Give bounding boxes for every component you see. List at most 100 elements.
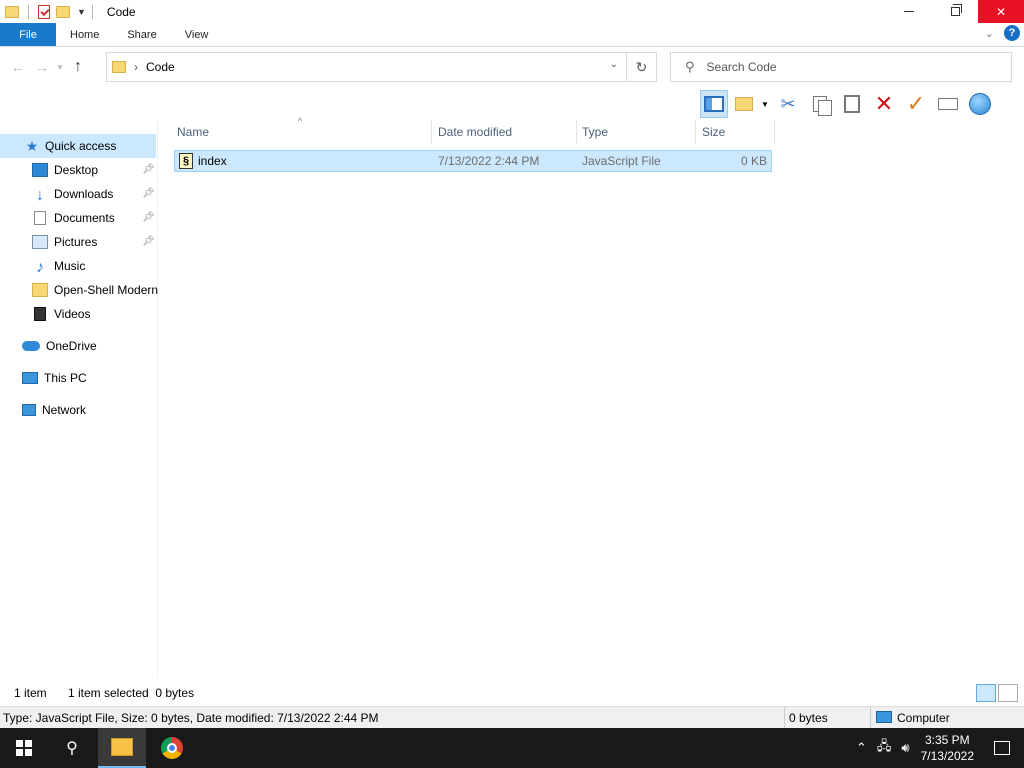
taskbar-chrome[interactable]: [148, 728, 196, 768]
computer-icon: [876, 711, 892, 723]
delete-icon: ✕: [874, 91, 894, 116]
table-row[interactable]: § index 7/13/2022 2:44 PM JavaScript Fil…: [174, 150, 772, 172]
column-header-name[interactable]: Name: [177, 120, 431, 144]
minimize-button[interactable]: [886, 0, 932, 23]
new-folder-dropdown-icon[interactable]: ▼: [760, 90, 770, 118]
refresh-icon: ↻: [635, 58, 648, 75]
selection-info: 1 item selected 0 bytes: [68, 686, 195, 700]
customize-toolbar-icon[interactable]: ▼: [77, 7, 86, 17]
forward-icon[interactable]: →: [30, 59, 54, 75]
navigation-pane: ★ Quick access Desktop 📌︎ ↓ Downloads 📌︎…: [0, 120, 158, 676]
volume-icon[interactable]: 🔊︎: [901, 740, 909, 756]
address-dropdown-icon[interactable]: ⌄: [610, 59, 618, 70]
nav-item-documents[interactable]: Documents: [32, 206, 115, 230]
nav-item-desktop[interactable]: Desktop: [32, 158, 98, 182]
column-divider[interactable]: [431, 120, 432, 144]
details-bar: Type: JavaScript File, Size: 0 bytes, Da…: [0, 706, 1024, 729]
nav-item-videos[interactable]: Videos: [32, 302, 90, 326]
chrome-icon: [161, 737, 183, 759]
column-divider[interactable]: [576, 120, 577, 144]
nav-quick-access[interactable]: ★ Quick access: [0, 134, 156, 158]
properties-icon[interactable]: [38, 4, 50, 19]
paste-icon: [844, 95, 860, 113]
address-bar[interactable]: › Code ⌄ ↻: [106, 52, 657, 82]
column-header-size[interactable]: Size: [702, 120, 772, 144]
column-divider[interactable]: [695, 120, 696, 144]
pin-icon[interactable]: 📌︎: [142, 164, 155, 175]
quick-access-toolbar: ▼: [0, 0, 99, 23]
clock-time: 3:35 PM: [924, 733, 970, 747]
restore-button[interactable]: [932, 0, 978, 23]
system-tray: ⌃ 🖧︎ 🔊︎ 3:35 PM 7/13/2022: [851, 728, 1024, 768]
tab-file[interactable]: File: [0, 23, 56, 46]
file-type: JavaScript File: [582, 154, 661, 168]
nav-item-network[interactable]: Network: [22, 398, 86, 422]
delete-button[interactable]: ✕: [870, 90, 898, 118]
rename-icon: [938, 98, 958, 110]
copy-icon: [813, 96, 832, 116]
nav-item-this-pc[interactable]: This PC: [22, 366, 87, 390]
nav-item-downloads[interactable]: ↓ Downloads: [32, 182, 113, 206]
close-button[interactable]: ✕: [978, 0, 1024, 23]
taskbar-search-button[interactable]: ⚲: [48, 728, 96, 768]
column-header-type[interactable]: Type: [582, 120, 694, 144]
nav-label: OneDrive: [46, 339, 97, 353]
paste-button[interactable]: [838, 90, 866, 118]
open-shell-settings-button[interactable]: [966, 90, 994, 118]
column-divider[interactable]: [774, 120, 775, 144]
search-input[interactable]: [706, 60, 997, 74]
new-folder-button[interactable]: [732, 90, 756, 118]
search-box[interactable]: ⚲: [670, 52, 1012, 82]
pin-icon[interactable]: 📌︎: [142, 188, 155, 199]
refresh-button[interactable]: ↻: [626, 53, 656, 81]
up-icon[interactable]: ↑: [66, 58, 90, 76]
title-bar: ▼ Code ✕: [0, 0, 1024, 23]
pin-icon[interactable]: 📌︎: [142, 236, 155, 247]
taskbar-file-explorer[interactable]: [98, 728, 146, 768]
properties-button[interactable]: ✓: [902, 90, 930, 118]
breadcrumb-chevron-icon[interactable]: ›: [134, 60, 138, 74]
tab-share[interactable]: Share: [113, 23, 170, 46]
taskbar: ⚲ ⌃ 🖧︎ 🔊︎ 3:35 PM 7/13/2022: [0, 728, 1024, 768]
pin-icon[interactable]: 📌︎: [142, 212, 155, 223]
expand-ribbon-icon[interactable]: ⌄: [985, 27, 994, 40]
back-icon[interactable]: ←: [6, 59, 30, 75]
breadcrumb[interactable]: Code: [146, 60, 175, 74]
status-bar: 1 item 1 item selected 0 bytes: [0, 682, 1024, 704]
start-button[interactable]: [0, 728, 48, 768]
desktop-icon: [32, 163, 48, 177]
pictures-icon: [32, 235, 48, 249]
nav-item-onedrive[interactable]: OneDrive: [22, 334, 97, 358]
navigation-pane-button[interactable]: [700, 90, 728, 118]
file-name: index: [198, 154, 227, 168]
javascript-file-icon: §: [179, 153, 193, 169]
nav-label: Videos: [54, 307, 91, 321]
cut-button[interactable]: ✂: [774, 90, 802, 118]
details-view-icon[interactable]: [976, 684, 996, 702]
nav-item-music[interactable]: ♪ Music: [32, 254, 85, 278]
divider: [91, 4, 93, 19]
nav-label: Downloads: [54, 187, 114, 201]
file-explorer-icon: [111, 738, 133, 756]
large-icons-view-icon[interactable]: [998, 684, 1018, 702]
notifications-icon[interactable]: [994, 741, 1010, 755]
column-header-date-modified[interactable]: Date modified: [438, 120, 576, 144]
recent-locations-icon[interactable]: ▼: [54, 63, 66, 72]
nav-item-open-shell-modern[interactable]: Open-Shell Modern: [32, 278, 158, 302]
file-date-modified: 7/13/2022 2:44 PM: [438, 154, 540, 168]
copy-button[interactable]: [806, 90, 834, 118]
tab-view[interactable]: View: [171, 23, 223, 46]
selection-size: 0 bytes: [789, 711, 828, 725]
computer-icon: [22, 372, 38, 384]
folder-icon: [32, 283, 48, 297]
clock[interactable]: 3:35 PM 7/13/2022: [921, 732, 974, 764]
chevron-up-icon[interactable]: ⌃: [856, 740, 867, 756]
tab-home[interactable]: Home: [56, 23, 113, 46]
help-icon[interactable]: ?: [1004, 25, 1020, 41]
rename-button[interactable]: [934, 90, 962, 118]
network-icon[interactable]: 🖧︎: [877, 737, 892, 759]
new-folder-icon[interactable]: [56, 5, 70, 18]
nav-item-pictures[interactable]: Pictures: [32, 230, 97, 254]
new-folder-icon: [735, 97, 753, 111]
navigation-pane-icon: [704, 96, 724, 112]
